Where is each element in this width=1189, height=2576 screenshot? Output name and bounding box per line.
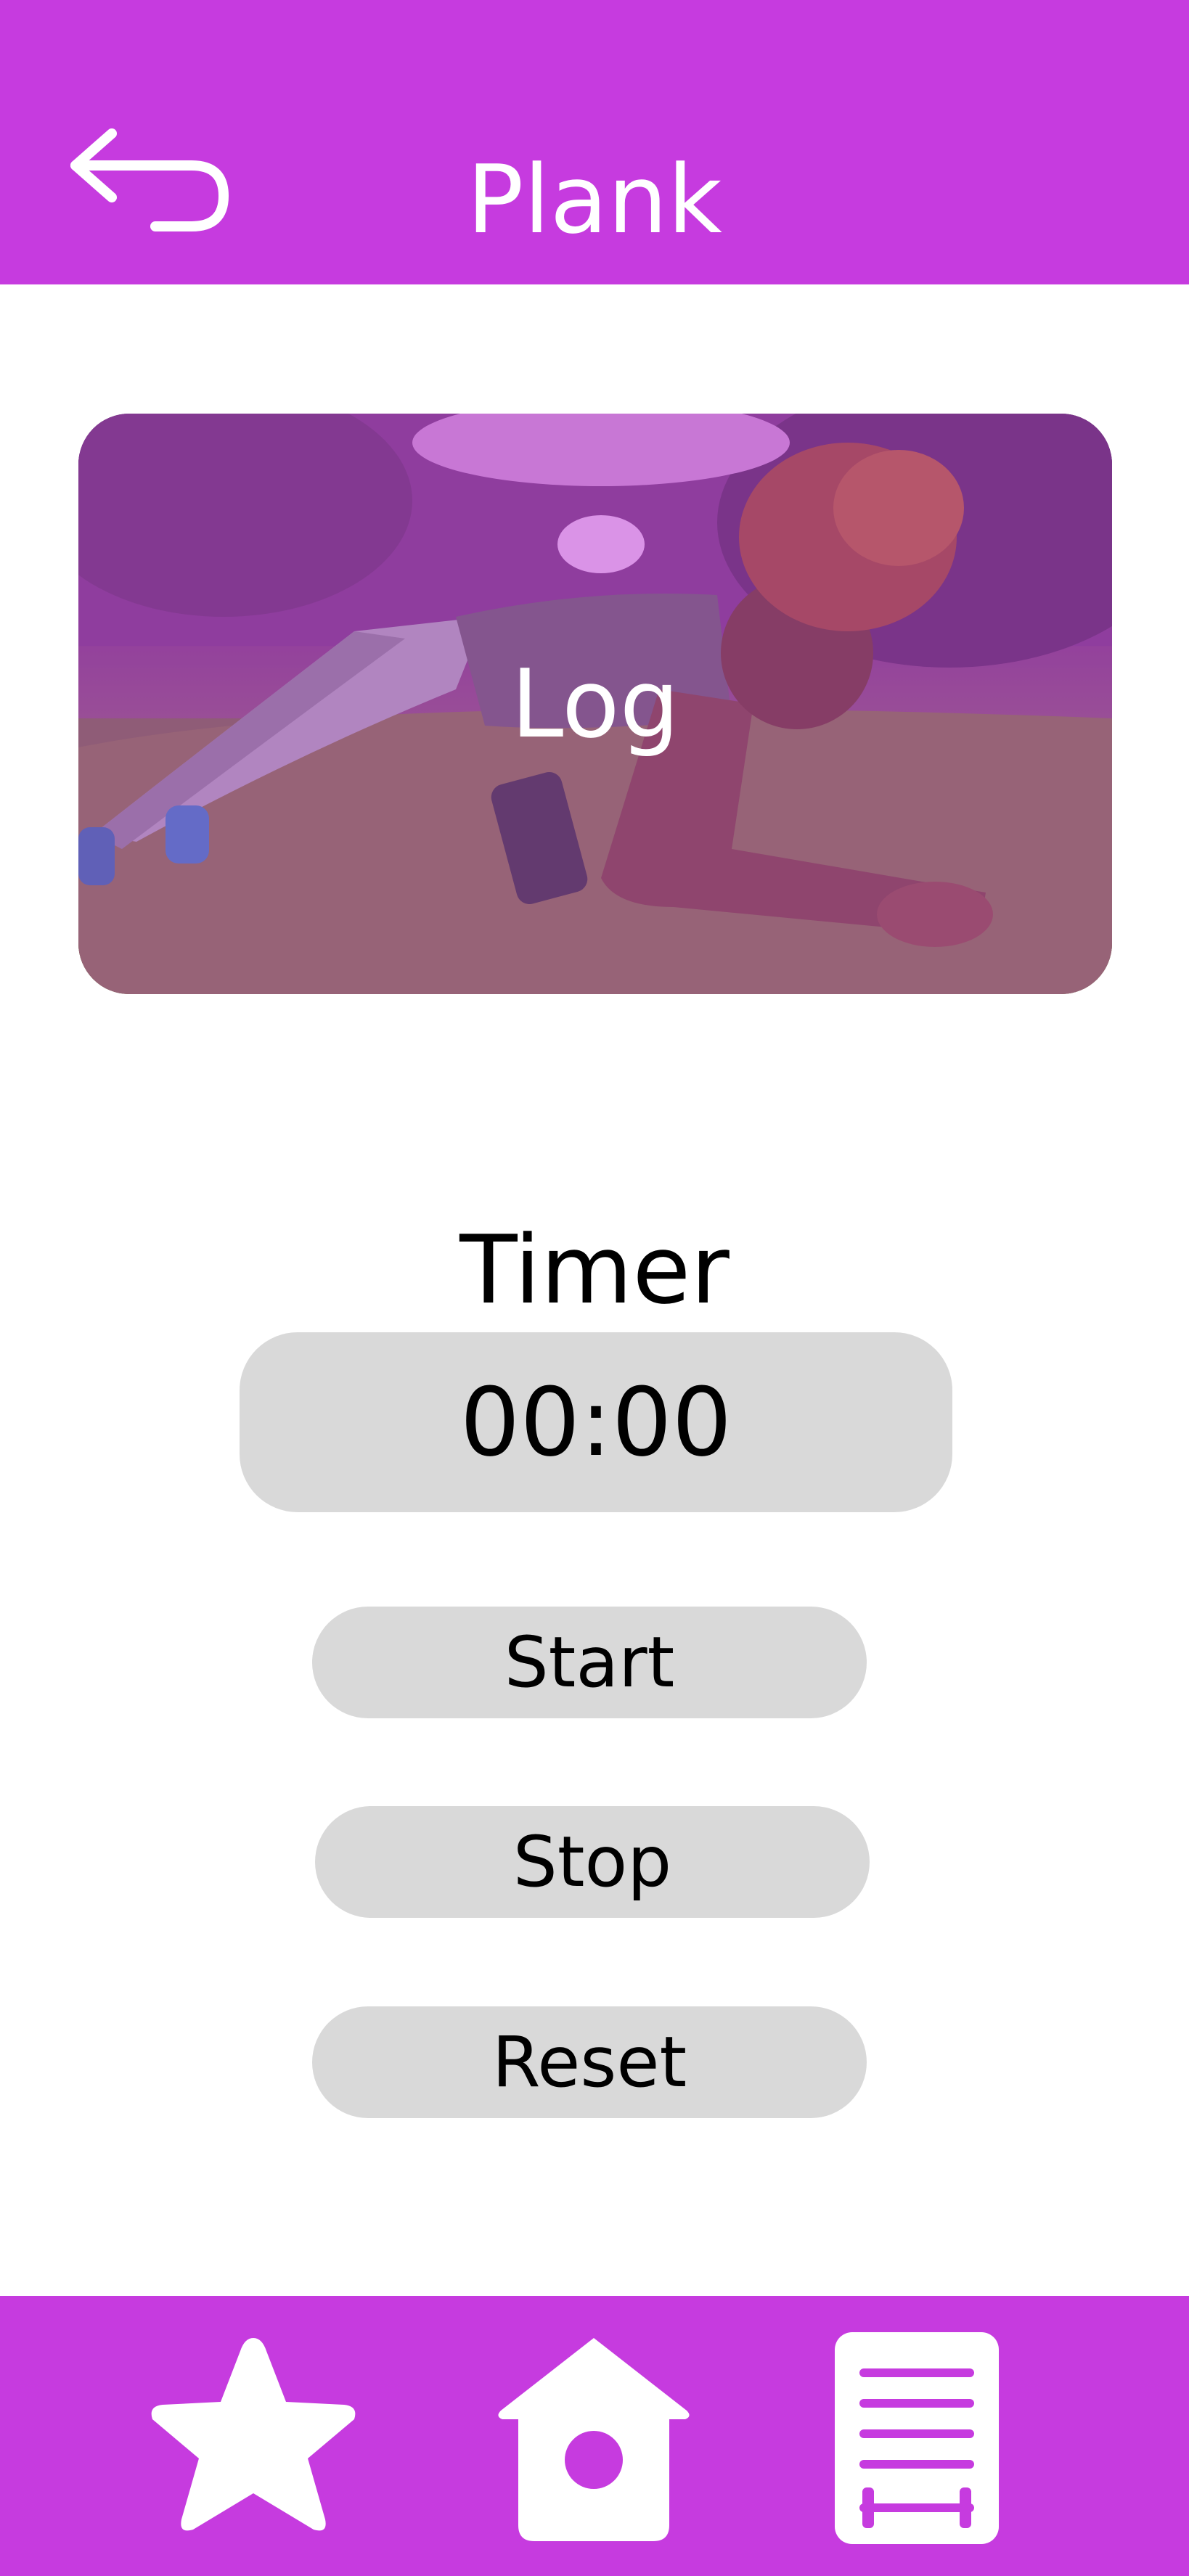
- log-card[interactable]: Log: [78, 414, 1112, 994]
- page-title: Plank: [467, 144, 722, 255]
- timer-display: 00:00: [240, 1332, 952, 1512]
- reset-button[interactable]: Reset: [312, 2006, 867, 2118]
- home-icon: [498, 2338, 690, 2541]
- log-label: Log: [510, 649, 680, 759]
- timer-label: Timer: [459, 1215, 730, 1325]
- stop-button[interactable]: Stop: [315, 1806, 870, 1918]
- nav-favorites-button[interactable]: [144, 2329, 363, 2540]
- star-icon: [151, 2338, 356, 2531]
- nav-workout-log-button[interactable]: [835, 2332, 999, 2544]
- start-button[interactable]: Start: [312, 1607, 867, 1718]
- workout-log-icon: [835, 2332, 999, 2544]
- nav-home-button[interactable]: [495, 2335, 692, 2544]
